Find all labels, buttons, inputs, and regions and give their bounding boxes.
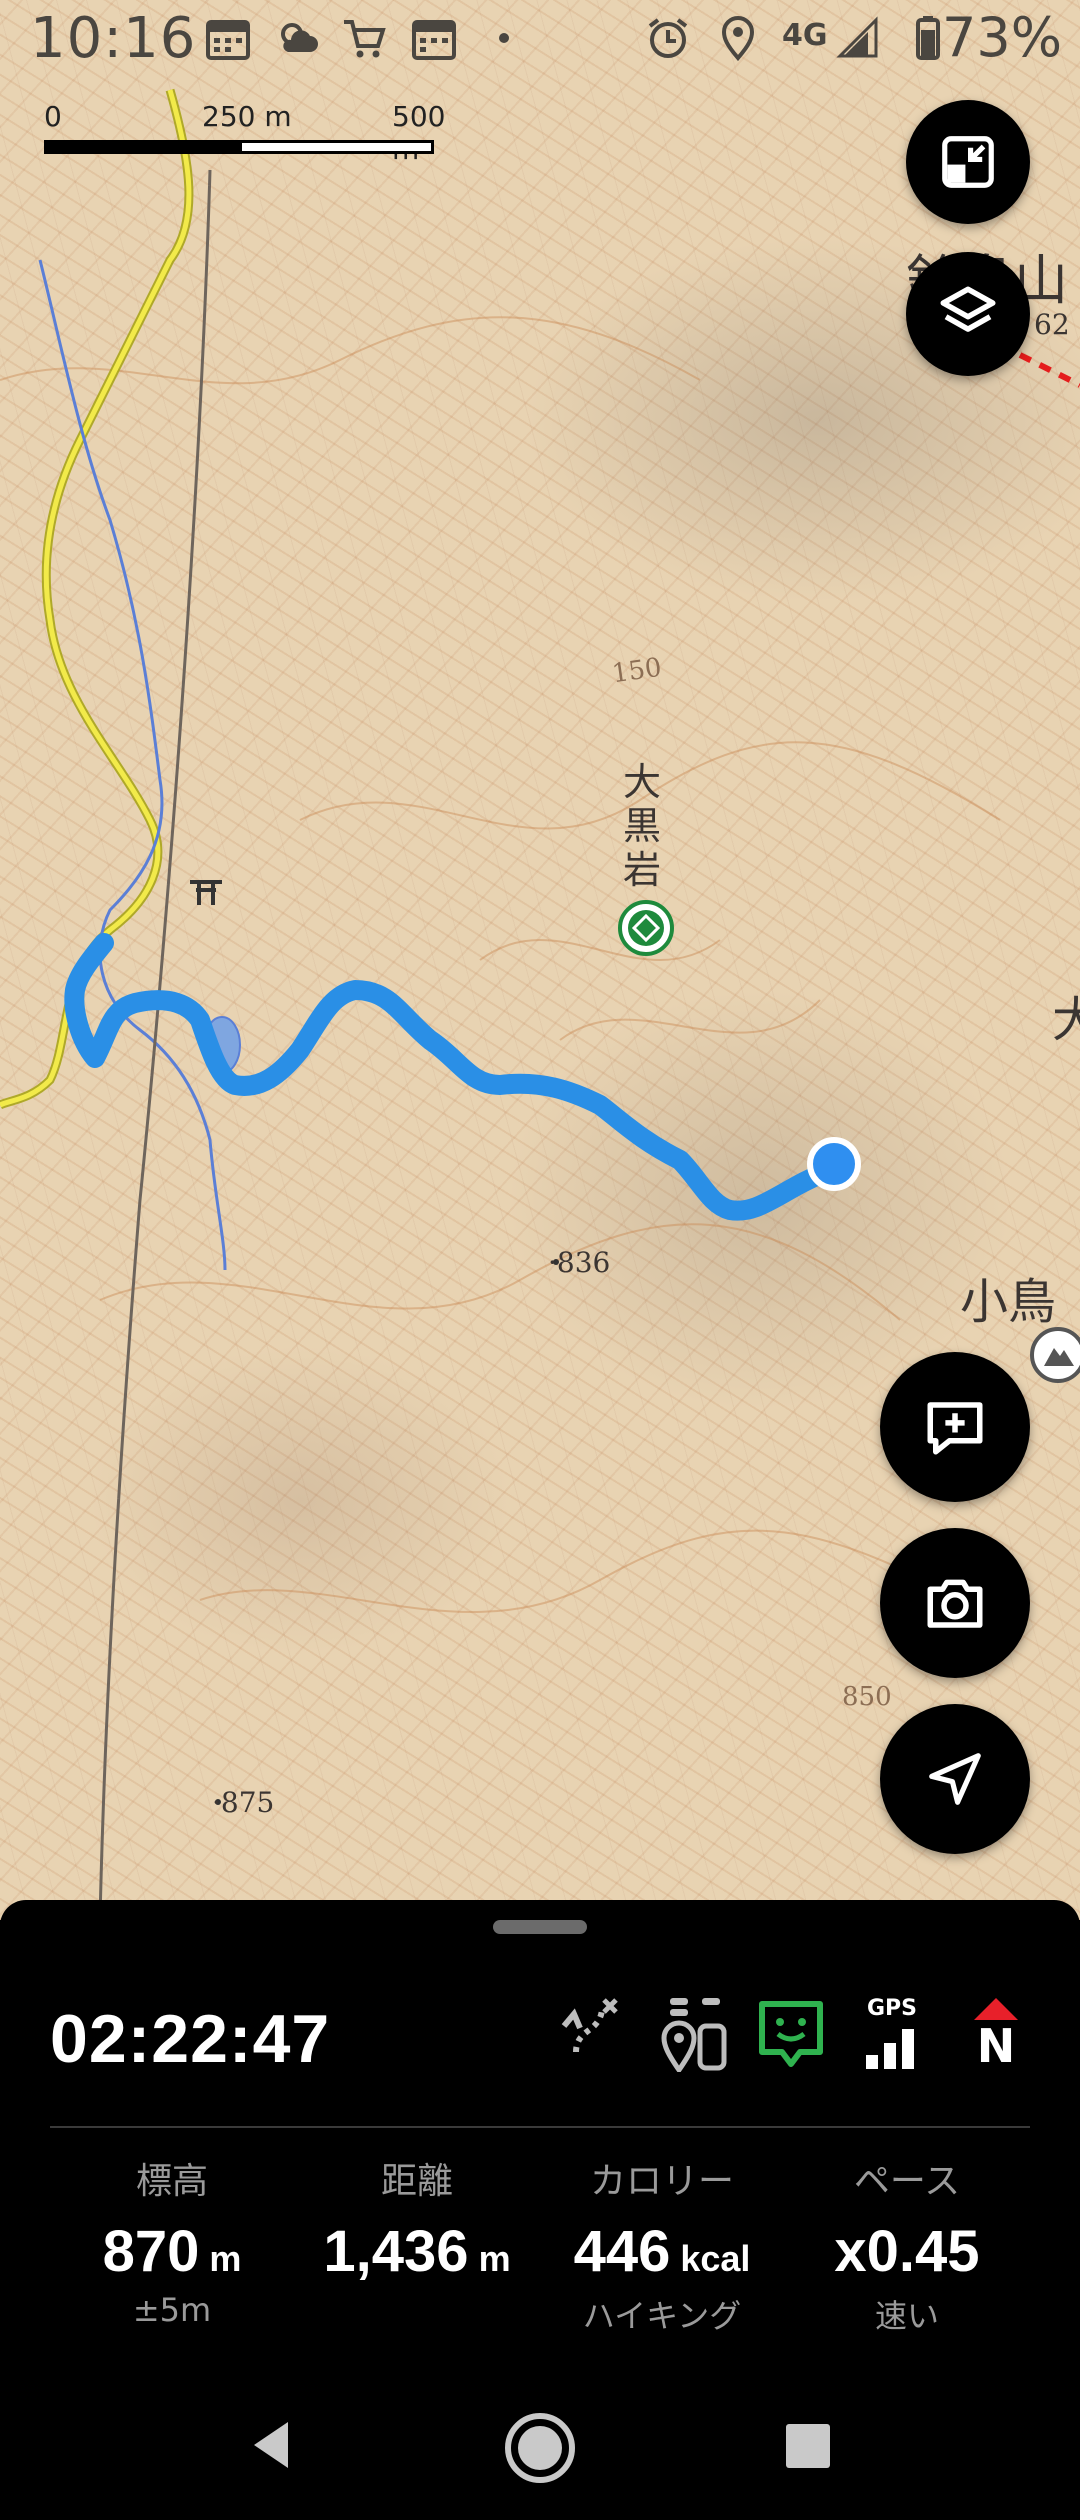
place-name-label: 小鳥 [960, 1274, 1057, 1330]
status-bar: 10:16 4G 73% [0, 0, 1080, 80]
stat-label: ペース [853, 2161, 961, 2202]
gps-track [64, 933, 840, 1221]
scale-bar-graphic [44, 140, 434, 154]
stat-sub: ±5m [132, 2291, 212, 2329]
current-position-marker [807, 1137, 861, 1191]
smile-icon[interactable] [756, 1996, 826, 2072]
rock-name-label: 大 黒 岩 [622, 760, 661, 892]
home-icon[interactable] [502, 2410, 578, 2486]
layers-icon [940, 286, 996, 332]
panel-divider [50, 2126, 1030, 2128]
scale-label-mid: 250 m [202, 100, 292, 133]
stat-label: 距離 [380, 2161, 453, 2202]
exit-fullscreen-icon [942, 136, 994, 188]
layers-button[interactable] [906, 252, 1030, 376]
rock-poi-icon [618, 900, 674, 956]
contour-label: 850 [842, 1682, 892, 1712]
alarm-icon [648, 18, 688, 58]
calendar-icon [206, 20, 250, 60]
stat-elevation: 標高 870 m ±5m [47, 2152, 297, 2329]
recents-icon[interactable] [772, 2410, 842, 2480]
stat-value: 870 m [102, 2219, 242, 2284]
peak-elevation-label: 62 [1034, 308, 1070, 341]
system-nav-bar [0, 2370, 1080, 2520]
gps-label: GPS [866, 1996, 918, 2021]
calendar-icon [412, 20, 456, 60]
weather-icon [281, 23, 318, 52]
clock: 10:16 [30, 6, 197, 71]
shrine-icon [190, 880, 222, 905]
members-icon[interactable] [660, 1996, 730, 2072]
stat-distance: 距離 1,436 m [292, 2152, 542, 2291]
compass-label: N [976, 2019, 1016, 2073]
stat-calories: カロリー 446 kcal ハイキング [537, 2152, 787, 2337]
mountain-poi-icon [1030, 1327, 1080, 1383]
stat-label: カロリー [589, 2161, 734, 2202]
panel-drag-handle[interactable] [493, 1920, 587, 1934]
camera-button[interactable] [880, 1528, 1030, 1678]
stat-sub: ハイキング [582, 2297, 742, 2335]
scale-label-end: 500 m [392, 100, 446, 166]
place-name-label: 大 [1052, 992, 1080, 1048]
stat-pace: ペース x0.45 速い [782, 2152, 1032, 2337]
gps-signal-icon [866, 2029, 914, 2069]
add-note-button[interactable] [880, 1352, 1030, 1502]
camera-icon [927, 1579, 983, 1628]
network-type: 4G [782, 18, 828, 53]
navigation-arrow-icon [929, 1753, 981, 1805]
spot-height-label: ·836 [548, 1246, 611, 1279]
stat-value: 1,436 m [323, 2219, 511, 2284]
gps-status: GPS [860, 1996, 930, 2072]
battery-percent: 73% [942, 6, 1063, 69]
location-icon [721, 16, 755, 62]
map-scale-bar: 0 250 m 500 m [44, 100, 445, 166]
scale-label-start: 0 [44, 100, 62, 133]
stat-label: 標高 [135, 2161, 208, 2202]
route-icon[interactable] [558, 1996, 628, 2072]
navigate-button[interactable] [880, 1704, 1030, 1854]
exit-fullscreen-button[interactable] [906, 100, 1030, 224]
compass-status[interactable]: N [962, 1996, 1032, 2072]
stat-value: x0.45 [834, 2219, 980, 2284]
signal-icon [836, 16, 878, 58]
dot-icon [499, 33, 509, 43]
activity-panel: 02:22:47 GPS N 標高 870 m ±5m 距離 1,436 m カ… [0, 1900, 1080, 2370]
back-icon[interactable] [236, 2410, 306, 2480]
spot-height-label: ·875 [212, 1786, 275, 1819]
elapsed-timer: 02:22:47 [50, 2001, 331, 2077]
stat-sub: 速い [874, 2297, 939, 2335]
stat-value: 446 kcal [573, 2219, 751, 2284]
add-note-icon [927, 1402, 983, 1455]
cart-icon [344, 20, 386, 58]
